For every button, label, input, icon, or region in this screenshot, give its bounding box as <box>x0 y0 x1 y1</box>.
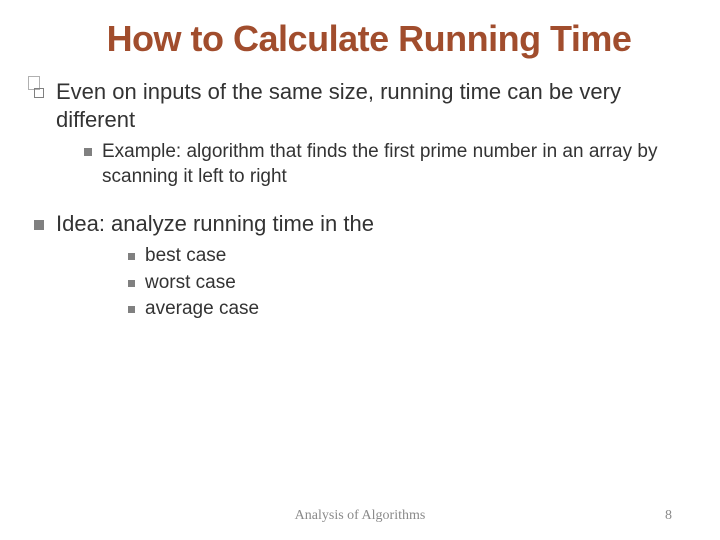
square-bullet-icon <box>84 148 92 156</box>
bullet-text: average case <box>145 297 259 322</box>
bullet-level3: worst case <box>128 271 696 296</box>
slide-body: Even on inputs of the same size, running… <box>24 78 696 322</box>
square-bullet-icon <box>34 88 44 98</box>
square-bullet-icon <box>128 253 135 260</box>
footer-text: Analysis of Algorithms <box>0 508 720 524</box>
bullet-level3: average case <box>128 297 696 322</box>
bullet-level3: best case <box>128 244 696 269</box>
square-bullet-icon <box>34 220 44 230</box>
bullet-text: Idea: analyze running time in the <box>56 210 374 238</box>
bullet-text: best case <box>145 244 226 269</box>
square-bullet-icon <box>128 280 135 287</box>
bullet-level2: Example: algorithm that finds the first … <box>84 140 696 189</box>
bullet-text: worst case <box>145 271 236 296</box>
bullet-level1: Idea: analyze running time in the <box>34 210 696 238</box>
square-bullet-icon <box>128 306 135 313</box>
bullet-level1: Even on inputs of the same size, running… <box>34 78 696 134</box>
slide-title: How to Calculate Running Time <box>42 18 696 60</box>
bullet-text: Even on inputs of the same size, running… <box>56 78 696 134</box>
page-number: 8 <box>665 508 672 524</box>
bullet-text: Example: algorithm that finds the first … <box>102 140 696 189</box>
